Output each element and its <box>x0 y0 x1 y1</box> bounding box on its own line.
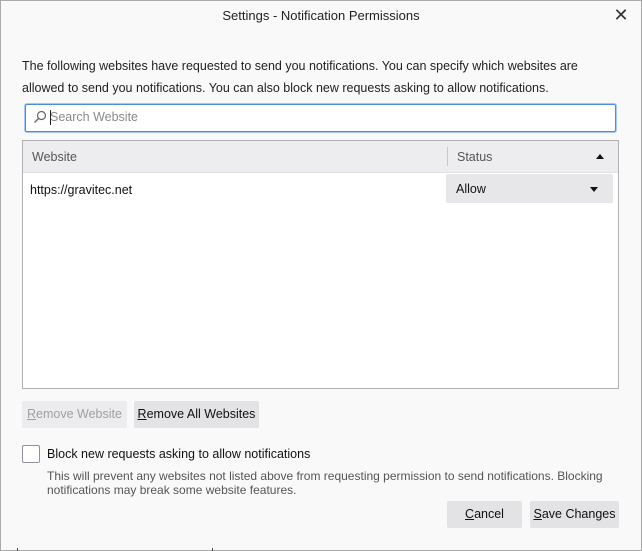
block-requests-label[interactable]: Block new requests asking to allow notif… <box>47 447 310 461</box>
save-label: ave Changes <box>541 507 616 521</box>
text-caret <box>50 110 51 125</box>
remove-all-mnemonic: R <box>137 407 147 421</box>
close-icon[interactable]: ✕ <box>611 5 631 25</box>
block-requests-checkbox[interactable] <box>22 445 40 463</box>
cancel-button[interactable]: Cancel <box>447 501 522 528</box>
remove-website-mnemonic: R <box>27 407 37 421</box>
description-text: The following websites have requested to… <box>22 59 578 95</box>
websites-table: Website Status https://gravitec.net Allo… <box>22 140 619 389</box>
column-header-website[interactable]: Website <box>32 150 77 164</box>
table-row[interactable]: https://gravitec.net Allow <box>23 173 618 205</box>
search-input[interactable] <box>50 108 606 126</box>
window-title: Settings - Notification Permissions <box>222 8 420 23</box>
save-changes-button[interactable]: Save Changes <box>530 501 619 528</box>
search-box[interactable] <box>25 104 616 132</box>
website-url: https://gravitec.net <box>30 183 133 197</box>
status-dropdown[interactable]: Allow <box>446 174 613 203</box>
block-requests-note: This will prevent any websites not liste… <box>47 469 603 497</box>
chevron-down-icon <box>590 187 598 192</box>
remove-website-button[interactable]: Remove Website <box>22 401 127 428</box>
cancel-mnemonic: C <box>465 507 475 521</box>
notification-permissions-dialog: Settings - Notification Permissions ✕ Th… <box>0 0 642 551</box>
column-divider <box>447 147 448 166</box>
status-value: Allow <box>456 182 486 196</box>
title-bar: Settings - Notification Permissions ✕ <box>1 1 641 31</box>
column-header-status[interactable]: Status <box>457 150 492 164</box>
sort-ascending-icon[interactable] <box>596 154 604 159</box>
remove-all-label: emove All Websites <box>146 407 256 421</box>
save-mnemonic: S <box>533 507 542 521</box>
remove-all-websites-button[interactable]: Remove All Websites <box>134 401 259 428</box>
search-icon <box>34 110 47 123</box>
table-header: Website Status <box>23 141 618 173</box>
remove-website-label: emove Website <box>36 407 122 421</box>
cancel-label: ancel <box>474 507 504 521</box>
